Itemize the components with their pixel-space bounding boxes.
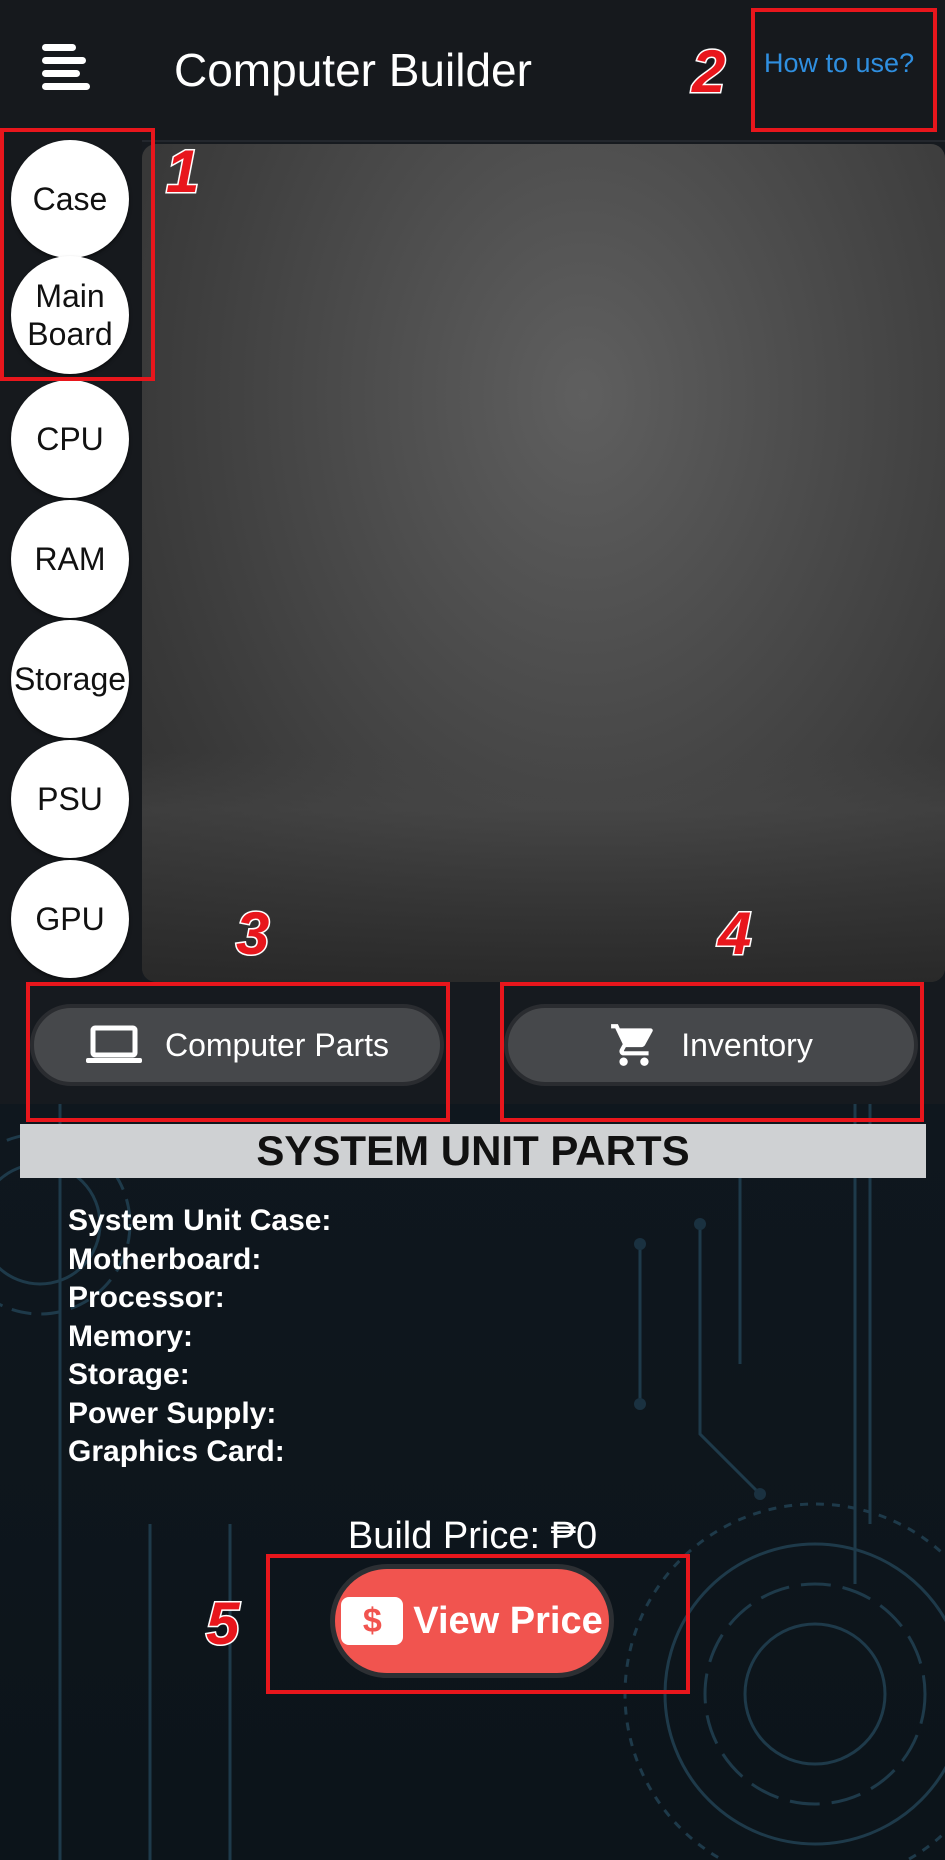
annotation-number-5: 5: [204, 1590, 240, 1657]
part-row-processor: Processor:: [68, 1281, 225, 1314]
annotation-box-3: [26, 982, 450, 1122]
category-cpu-button[interactable]: CPU: [11, 380, 129, 498]
build-price-text: Build Price: ₱0: [347, 1515, 598, 1557]
annotation-number-2: 2: [690, 38, 726, 105]
annotation-box-1: [0, 128, 155, 381]
category-gpu-button[interactable]: GPU: [11, 860, 129, 978]
annotation-number-3: 3: [234, 900, 270, 967]
annotation-number-1: 1: [164, 138, 200, 205]
category-storage-button[interactable]: Storage: [11, 620, 129, 738]
annotation-box-2: [751, 8, 937, 132]
menu-icon[interactable]: [36, 38, 96, 98]
part-row-motherboard: Motherboard:: [68, 1242, 262, 1276]
annotation-number-4: 4: [716, 900, 752, 967]
part-row-memory: Memory:: [68, 1319, 194, 1353]
category-psu-button[interactable]: PSU: [11, 740, 129, 858]
annotation-box-5: [266, 1554, 690, 1694]
category-ram-button[interactable]: RAM: [11, 500, 129, 618]
part-row-power-supply: Power Supply:: [68, 1396, 277, 1430]
parts-list: System Unit Case: Motherboard: Processor…: [68, 1202, 331, 1472]
part-row-case: System Unit Case:: [68, 1204, 332, 1237]
app-title: Computer Builder: [174, 44, 532, 96]
part-row-storage: Storage:: [68, 1358, 190, 1391]
part-row-graphics-card: Graphics Card:: [68, 1435, 285, 1468]
parts-panel-header: SYSTEM UNIT PARTS: [20, 1124, 926, 1178]
build-preview-canvas[interactable]: [142, 144, 945, 982]
annotation-box-4: [500, 982, 924, 1122]
computer-builder-screen: Computer Builder How to use? Case Main B…: [0, 0, 945, 1860]
